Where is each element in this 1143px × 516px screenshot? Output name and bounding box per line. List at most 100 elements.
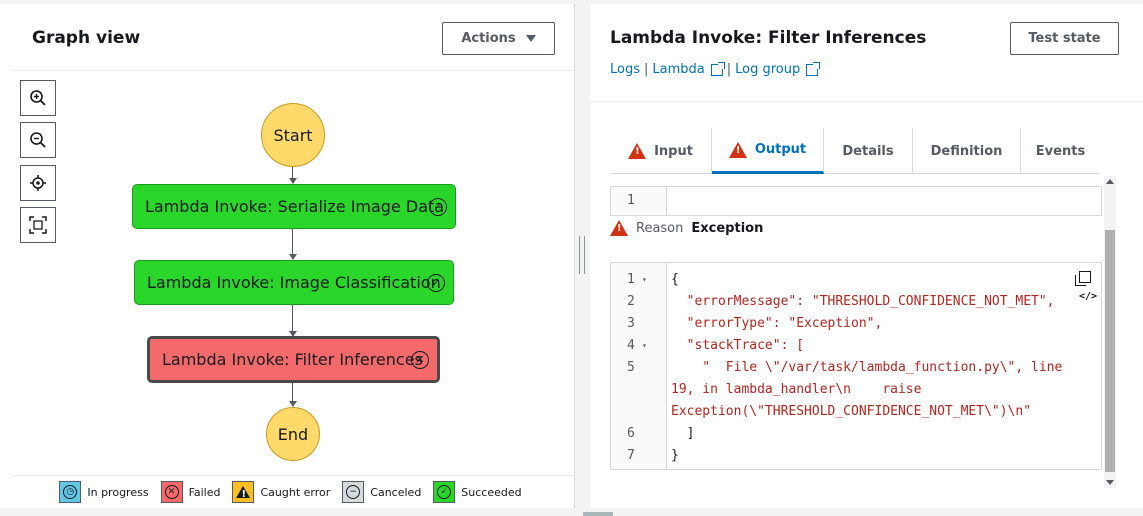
bottom-resize-handle[interactable] <box>583 512 613 516</box>
canceled-swatch: − <box>342 481 365 503</box>
tab-events[interactable]: Events <box>1021 128 1100 174</box>
legend-label: Caught error <box>260 485 331 499</box>
code-view-icon[interactable]: </> <box>1079 291 1097 302</box>
clock-icon: ◷ <box>63 485 78 499</box>
code-line: Exception(\"THRESHOLD_CONFIDENCE_NOT_MET… <box>671 404 1032 419</box>
state-title: Lambda Invoke: Filter Inferences <box>610 28 927 48</box>
reason-label: Reason <box>636 220 684 236</box>
edge-line <box>292 383 293 403</box>
state-node-label: Lambda Invoke: Image Classification <box>147 273 441 292</box>
lambda-link[interactable]: Lambda <box>652 62 704 77</box>
end-node[interactable]: End <box>266 407 320 461</box>
line-number: 1 <box>627 193 635 208</box>
code-line: 19, in lambda_handler\n raise <box>671 382 922 397</box>
output-scroll-area[interactable]: 1 Reason Exception 1▾ 2 3 4▾ 5 6 7 <box>610 176 1118 488</box>
tab-details[interactable]: Details <box>824 128 913 174</box>
code-line: } <box>671 448 679 463</box>
zoom-out-button[interactable] <box>20 122 56 158</box>
zoom-in-button[interactable] <box>20 80 56 116</box>
tab-definition[interactable]: Definition <box>913 128 1021 174</box>
code-line: "errorType": "Exception", <box>671 316 883 331</box>
fold-arrow-icon[interactable]: ▾ <box>642 335 647 357</box>
code-line: { <box>671 272 679 287</box>
tab-label: Details <box>842 143 894 159</box>
caret-down-icon <box>525 35 536 42</box>
warning-icon <box>628 143 647 159</box>
tab-input[interactable]: Input <box>610 128 712 174</box>
line-number: 4 ▾ <box>611 335 666 357</box>
actions-button[interactable]: Actions <box>442 22 555 55</box>
output-editor[interactable]: 1 <box>610 186 1102 216</box>
legend-label: Succeeded <box>461 485 522 499</box>
edge-line <box>292 305 293 333</box>
scroll-thumb[interactable] <box>1105 230 1115 472</box>
graph-panel: Graph view Actions Start Lambda Invoke: … <box>0 4 575 508</box>
x-circle-icon: ✕ <box>411 350 429 369</box>
zoom-in-icon <box>30 90 46 106</box>
line-number: 5 <box>627 360 635 375</box>
copy-icon[interactable] <box>1075 271 1091 286</box>
logs-link[interactable]: Logs <box>610 62 640 77</box>
state-node-image-classification[interactable]: Lambda Invoke: Image Classification ✓ <box>134 260 454 305</box>
scroll-down-icon[interactable] <box>1106 480 1114 485</box>
check-circle-icon: ✓ <box>429 197 447 216</box>
in-progress-swatch: ◷ <box>59 481 82 503</box>
fit-graph-button[interactable] <box>20 207 56 243</box>
tab-label: Output <box>754 142 807 157</box>
state-details-panel: Lambda Invoke: Filter Inferences Test st… <box>590 4 1143 508</box>
caught-error-swatch <box>232 481 255 503</box>
check-circle-icon: ✓ <box>437 485 452 499</box>
edge-line <box>292 229 293 256</box>
line-number <box>611 379 666 401</box>
end-node-label: End <box>277 424 309 444</box>
warning-icon <box>610 220 628 236</box>
check-circle-icon: ✓ <box>427 273 445 292</box>
error-json-viewer[interactable]: 1 ▾ 2 3 4 ▾ 5 6 7 { "errorMessage": "THRES… <box>610 262 1102 470</box>
panel-resize-handle[interactable] <box>579 236 585 274</box>
zoom-out-icon <box>30 132 46 148</box>
link-separator: | <box>726 62 732 77</box>
line-number: 6 <box>627 426 635 441</box>
line-number: 3 <box>627 316 635 331</box>
crosshair-icon <box>30 175 46 191</box>
log-group-link[interactable]: Log group <box>735 62 800 77</box>
minus-circle-icon: − <box>346 485 361 499</box>
tab-output[interactable]: Output <box>712 128 824 174</box>
graph-panel-header: Graph view Actions <box>12 4 574 71</box>
external-link-icon <box>806 61 821 76</box>
succeeded-swatch: ✓ <box>433 481 456 503</box>
error-reason: Reason Exception <box>610 220 763 236</box>
state-node-filter-inferences[interactable]: Lambda Invoke: Filter Inferences ✕ <box>147 336 440 383</box>
scroll-up-icon[interactable] <box>1106 179 1114 184</box>
start-node[interactable]: Start <box>261 103 325 167</box>
legend-label: In progress <box>87 485 149 499</box>
tab-label: Input <box>654 143 693 159</box>
output-scrollbar[interactable] <box>1104 176 1116 488</box>
legend-in-progress: ◷ In progress <box>59 481 149 503</box>
line-gutter: 1 <box>611 187 667 215</box>
app-root: Graph view Actions Start Lambda Invoke: … <box>0 0 1143 516</box>
code-line: " File \"/var/task/lambda_function.py\",… <box>671 360 1063 375</box>
details-tabs: Input Output Details Definition Events <box>610 128 1100 174</box>
state-details-header: Lambda Invoke: Filter Inferences Test st… <box>590 4 1143 102</box>
test-state-button[interactable]: Test state <box>1010 22 1119 55</box>
legend-label: Canceled <box>370 485 422 499</box>
external-link-icon <box>710 61 725 76</box>
fold-arrow-icon[interactable]: ▾ <box>642 269 647 291</box>
line-number: 7 <box>627 448 635 463</box>
legend-caught-error: Caught error <box>232 481 330 503</box>
code-line: ] <box>671 426 695 441</box>
actions-button-label: Actions <box>461 31 516 46</box>
graph-canvas[interactable]: Start Lambda Invoke: Serialize Image Dat… <box>12 71 575 475</box>
legend-canceled: − Canceled <box>342 481 421 503</box>
reason-value: Exception <box>691 220 764 236</box>
expand-icon <box>29 216 47 234</box>
state-node-serialize-image-data[interactable]: Lambda Invoke: Serialize Image Data ✓ <box>132 184 456 229</box>
legend-failed: ✕ Failed <box>160 481 220 503</box>
failed-swatch: ✕ <box>160 481 183 503</box>
legend-succeeded: ✓ Succeeded <box>433 481 522 503</box>
resource-links: Logs | Lambda | Log group <box>610 61 821 77</box>
tab-label: Definition <box>930 143 1003 159</box>
graph-view-title: Graph view <box>32 28 141 48</box>
center-graph-button[interactable] <box>20 165 56 201</box>
